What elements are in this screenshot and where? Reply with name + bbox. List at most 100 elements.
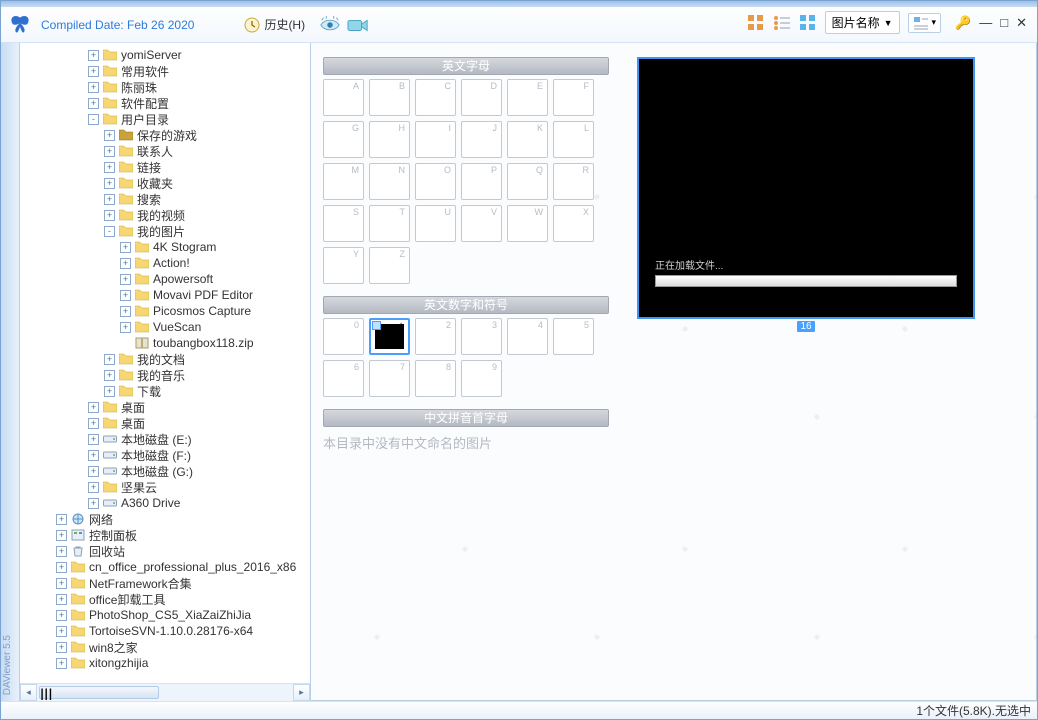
view-large-grid-icon[interactable]	[799, 14, 817, 32]
expand-icon[interactable]: +	[120, 274, 131, 285]
letter-cell[interactable]: B	[369, 79, 410, 116]
expand-icon[interactable]: +	[88, 482, 99, 493]
expand-icon[interactable]: +	[88, 450, 99, 461]
digit-cell[interactable]: 2	[415, 318, 456, 355]
expand-icon[interactable]: +	[88, 466, 99, 477]
tree-item[interactable]: +软件配置	[20, 95, 310, 111]
tree-item[interactable]: -我的图片	[20, 223, 310, 239]
digit-cell[interactable]: 0	[323, 318, 364, 355]
expand-icon[interactable]: +	[88, 418, 99, 429]
expand-icon[interactable]: +	[120, 322, 131, 333]
letter-cell[interactable]: W	[507, 205, 548, 242]
tree-item[interactable]: +win8之家	[20, 639, 310, 655]
tree-item[interactable]: +Apowersoft	[20, 271, 310, 287]
scroll-left-button[interactable]: ◂	[20, 684, 37, 701]
tree-item[interactable]: +回收站	[20, 543, 310, 559]
tree-item[interactable]: +Picosmos Capture	[20, 303, 310, 319]
scroll-track[interactable]: ǀǀǀ	[37, 684, 293, 701]
expand-icon[interactable]: +	[88, 50, 99, 61]
expand-icon[interactable]: +	[88, 498, 99, 509]
maximize-button[interactable]: □	[998, 15, 1010, 31]
preview-pane[interactable]: 正在加载文件...	[637, 57, 975, 319]
history-button[interactable]: 历史(H)	[236, 14, 313, 35]
expand-icon[interactable]: +	[104, 210, 115, 221]
tree-item[interactable]: +桌面	[20, 399, 310, 415]
close-button[interactable]: ✕	[1014, 15, 1029, 31]
expand-icon[interactable]: +	[104, 146, 115, 157]
digit-cell[interactable]: 1	[369, 318, 410, 355]
expand-icon[interactable]: +	[88, 66, 99, 77]
tree-item[interactable]: +VueScan	[20, 319, 310, 335]
key-button[interactable]: 🔑	[953, 15, 973, 31]
tree-item[interactable]: +桌面	[20, 415, 310, 431]
tree-item[interactable]: +陈丽珠	[20, 79, 310, 95]
view-small-grid-icon[interactable]	[747, 14, 765, 32]
tree-item[interactable]: +坚果云	[20, 479, 310, 495]
expand-icon[interactable]: +	[104, 162, 115, 173]
expand-icon[interactable]: +	[56, 530, 67, 541]
letter-cell[interactable]: X	[553, 205, 594, 242]
expand-icon[interactable]: +	[88, 98, 99, 109]
letter-cell[interactable]: Y	[323, 247, 364, 284]
letter-cell[interactable]: E	[507, 79, 548, 116]
expand-icon[interactable]: +	[120, 306, 131, 317]
expand-icon[interactable]: +	[104, 370, 115, 381]
tree-item[interactable]: +本地磁盘 (F:)	[20, 447, 310, 463]
letter-cell[interactable]: A	[323, 79, 364, 116]
letter-cell[interactable]: S	[323, 205, 364, 242]
expand-icon[interactable]: +	[56, 610, 67, 621]
tree-item[interactable]: +A360 Drive	[20, 495, 310, 511]
tree-item[interactable]: +NetFramework合集	[20, 575, 310, 591]
letter-cell[interactable]: Z	[369, 247, 410, 284]
scroll-right-button[interactable]: ▸	[293, 684, 310, 701]
letter-cell[interactable]: F	[553, 79, 594, 116]
eye-icon[interactable]	[319, 16, 341, 34]
expand-icon[interactable]: +	[104, 130, 115, 141]
letter-cell[interactable]: G	[323, 121, 364, 158]
tree-item[interactable]: -用户目录	[20, 111, 310, 127]
letter-cell[interactable]: V	[461, 205, 502, 242]
expand-icon[interactable]: +	[56, 626, 67, 637]
tree-item[interactable]: toubangbox118.zip	[20, 335, 310, 351]
digit-cell[interactable]: 7	[369, 360, 410, 397]
letter-cell[interactable]: T	[369, 205, 410, 242]
digit-cell[interactable]: 6	[323, 360, 364, 397]
letter-cell[interactable]: I	[415, 121, 456, 158]
tree-item[interactable]: +4K Stogram	[20, 239, 310, 255]
expand-icon[interactable]: +	[56, 594, 67, 605]
digit-cell[interactable]: 8	[415, 360, 456, 397]
expand-icon[interactable]: +	[104, 386, 115, 397]
tree-item[interactable]: +控制面板	[20, 527, 310, 543]
expand-icon[interactable]: +	[56, 562, 67, 573]
expand-icon[interactable]: +	[88, 434, 99, 445]
letter-cell[interactable]: R	[553, 163, 594, 200]
expand-icon[interactable]: +	[56, 578, 67, 589]
expand-icon[interactable]: +	[104, 354, 115, 365]
letter-cell[interactable]: N	[369, 163, 410, 200]
tree-item[interactable]: +Movavi PDF Editor	[20, 287, 310, 303]
collapse-icon[interactable]: -	[88, 114, 99, 125]
digit-cell[interactable]: 4	[507, 318, 548, 355]
letter-cell[interactable]: C	[415, 79, 456, 116]
digit-cell[interactable]: 5	[553, 318, 594, 355]
letter-cell[interactable]: M	[323, 163, 364, 200]
expand-icon[interactable]: +	[56, 658, 67, 669]
tree-item[interactable]: +本地磁盘 (G:)	[20, 463, 310, 479]
digit-cell[interactable]: 9	[461, 360, 502, 397]
sort-combo[interactable]: 图片名称 ▼	[825, 11, 900, 34]
letter-cell[interactable]: Q	[507, 163, 548, 200]
expand-icon[interactable]: +	[56, 514, 67, 525]
expand-icon[interactable]: +	[56, 642, 67, 653]
tree-item[interactable]: +我的视频	[20, 207, 310, 223]
tree-item[interactable]: +联系人	[20, 143, 310, 159]
letter-cell[interactable]: H	[369, 121, 410, 158]
collapse-icon[interactable]: -	[104, 226, 115, 237]
letter-cell[interactable]: O	[415, 163, 456, 200]
tree-item[interactable]: +网络	[20, 511, 310, 527]
tree-item[interactable]: +本地磁盘 (E:)	[20, 431, 310, 447]
expand-icon[interactable]: +	[104, 178, 115, 189]
tree-item[interactable]: +yomiServer	[20, 47, 310, 63]
tree-hscrollbar[interactable]: ◂ ǀǀǀ ▸	[20, 683, 310, 700]
view-lines-icon[interactable]	[773, 14, 791, 32]
tree-item[interactable]: +office卸载工具	[20, 591, 310, 607]
